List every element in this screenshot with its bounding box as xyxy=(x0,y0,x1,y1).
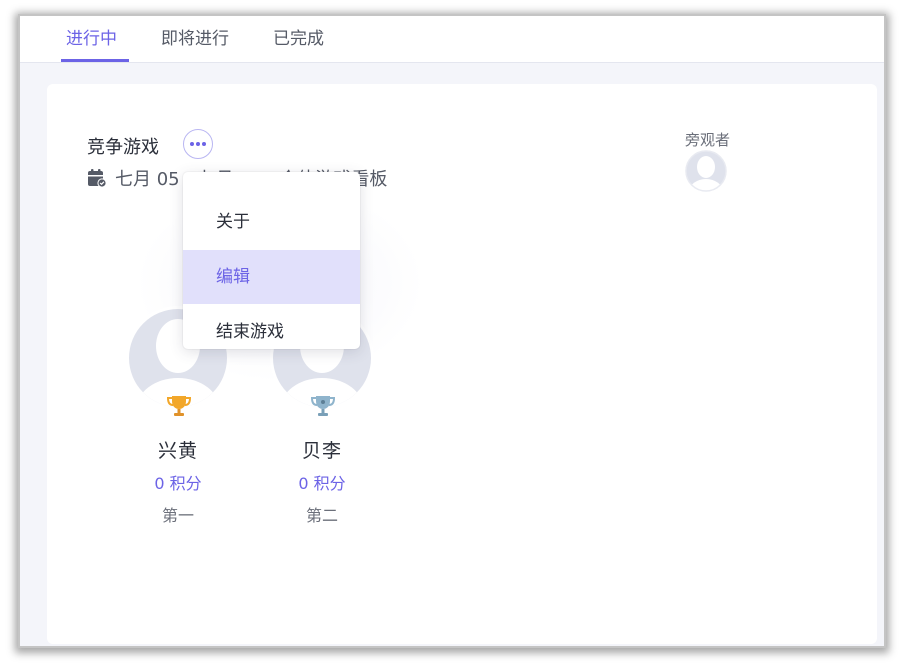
more-options-menu: 关于 编辑 结束游戏 xyxy=(183,172,360,349)
gold-trophy-icon xyxy=(166,392,192,418)
silver-trophy-icon xyxy=(310,392,336,418)
player-name: 兴黄 xyxy=(157,440,198,462)
menu-item-about[interactable]: 关于 xyxy=(183,195,360,249)
player-rank: 第二 xyxy=(305,506,338,525)
more-options-button[interactable] xyxy=(183,129,213,159)
player-points: 0 积分 xyxy=(298,474,346,493)
game-title: 竞争游戏 xyxy=(87,137,159,158)
ellipsis-icon xyxy=(190,142,194,146)
player-name: 贝李 xyxy=(301,440,342,462)
active-tab-indicator xyxy=(61,59,129,62)
player-rank: 第一 xyxy=(161,506,194,525)
tab-completed[interactable]: 已完成 xyxy=(273,24,324,49)
user-avatar-icon xyxy=(685,150,727,192)
menu-item-edit[interactable]: 编辑 xyxy=(183,250,360,304)
tab-bar: 进行中 即将进行 已完成 xyxy=(20,16,884,63)
menu-item-end-game[interactable]: 结束游戏 xyxy=(183,305,360,359)
spectator-avatar[interactable] xyxy=(685,150,727,192)
spectators-label: 旁观者 xyxy=(685,131,731,149)
tab-upcoming[interactable]: 即将进行 xyxy=(161,24,229,49)
player-points: 0 积分 xyxy=(154,474,202,493)
calendar-icon xyxy=(87,168,107,193)
tab-in-progress[interactable]: 进行中 xyxy=(66,24,117,49)
